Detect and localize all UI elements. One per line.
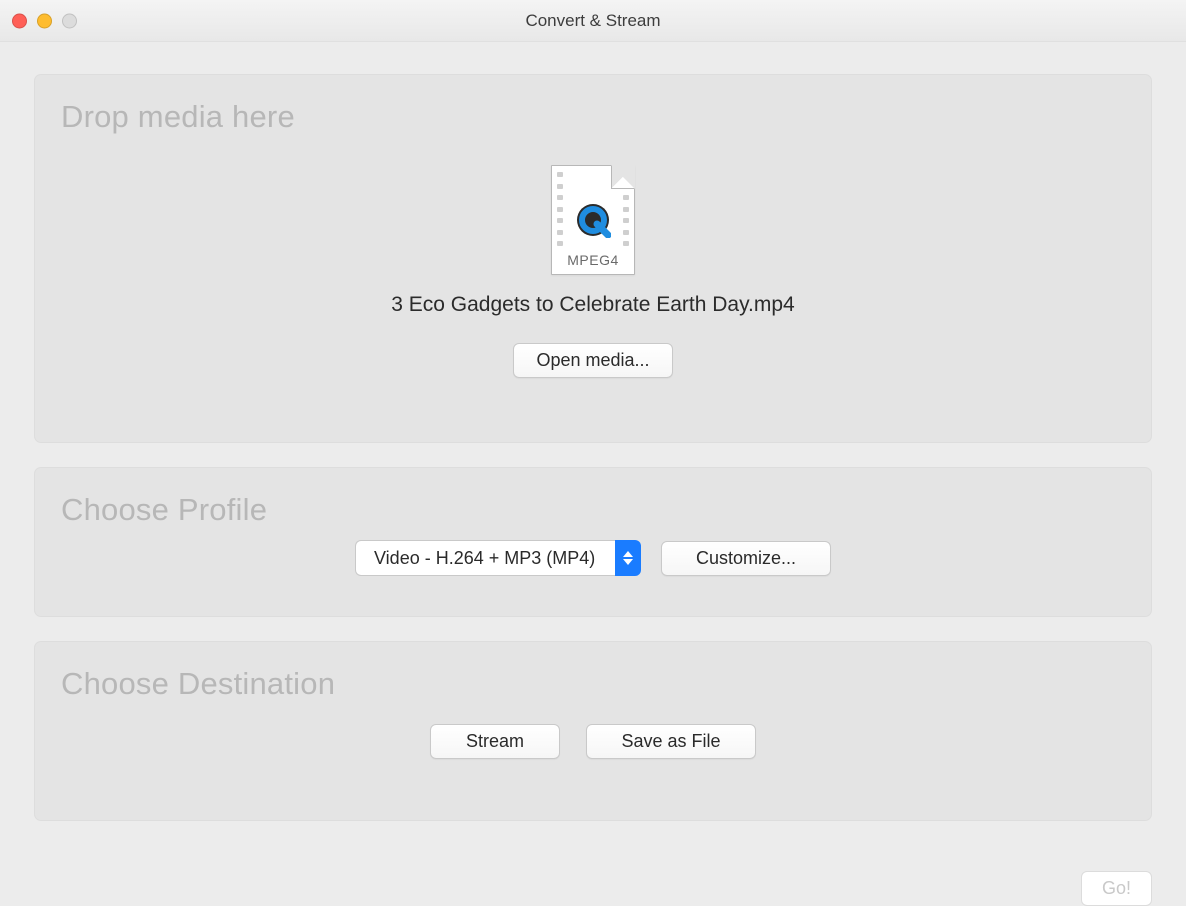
choose-destination-heading: Choose Destination [35, 642, 1151, 702]
media-file-name: 3 Eco Gadgets to Celebrate Earth Day.mp4 [391, 293, 795, 317]
media-file-icon: MPEG4 [551, 165, 635, 275]
minimize-icon[interactable] [37, 13, 52, 28]
stream-button[interactable]: Stream [430, 724, 560, 759]
customize-profile-button[interactable]: Customize... [661, 541, 831, 576]
profile-select-value[interactable]: Video - H.264 + MP3 (MP4) [355, 540, 615, 576]
choose-profile-heading: Choose Profile [35, 468, 1151, 528]
chevron-up-down-icon[interactable] [615, 540, 641, 576]
open-media-button[interactable]: Open media... [513, 343, 672, 378]
film-sprockets-left-icon [557, 172, 563, 246]
footer: Go! [0, 865, 1186, 906]
zoom-icon [62, 13, 77, 28]
close-icon[interactable] [12, 13, 27, 28]
drop-media-heading: Drop media here [35, 75, 1151, 135]
profile-controls: Video - H.264 + MP3 (MP4) Customize... [35, 540, 1151, 576]
go-button: Go! [1081, 871, 1152, 906]
drop-media-body: MPEG4 3 Eco Gadgets to Celebrate Earth D… [35, 135, 1151, 378]
destination-controls: Stream Save as File [35, 724, 1151, 759]
titlebar: Convert & Stream [0, 0, 1186, 42]
window-title: Convert & Stream [525, 11, 660, 31]
window-content: Drop media here MPEG4 [0, 42, 1186, 865]
file-type-label: MPEG4 [552, 252, 634, 268]
choose-profile-panel: Choose Profile Video - H.264 + MP3 (MP4)… [34, 467, 1152, 617]
profile-select[interactable]: Video - H.264 + MP3 (MP4) [355, 540, 641, 576]
quicktime-icon [575, 202, 611, 243]
drop-media-panel[interactable]: Drop media here MPEG4 [34, 74, 1152, 443]
dogear-icon [611, 165, 635, 189]
choose-destination-panel: Choose Destination Stream Save as File [34, 641, 1152, 821]
window-controls [12, 13, 77, 28]
save-as-file-button[interactable]: Save as File [586, 724, 756, 759]
